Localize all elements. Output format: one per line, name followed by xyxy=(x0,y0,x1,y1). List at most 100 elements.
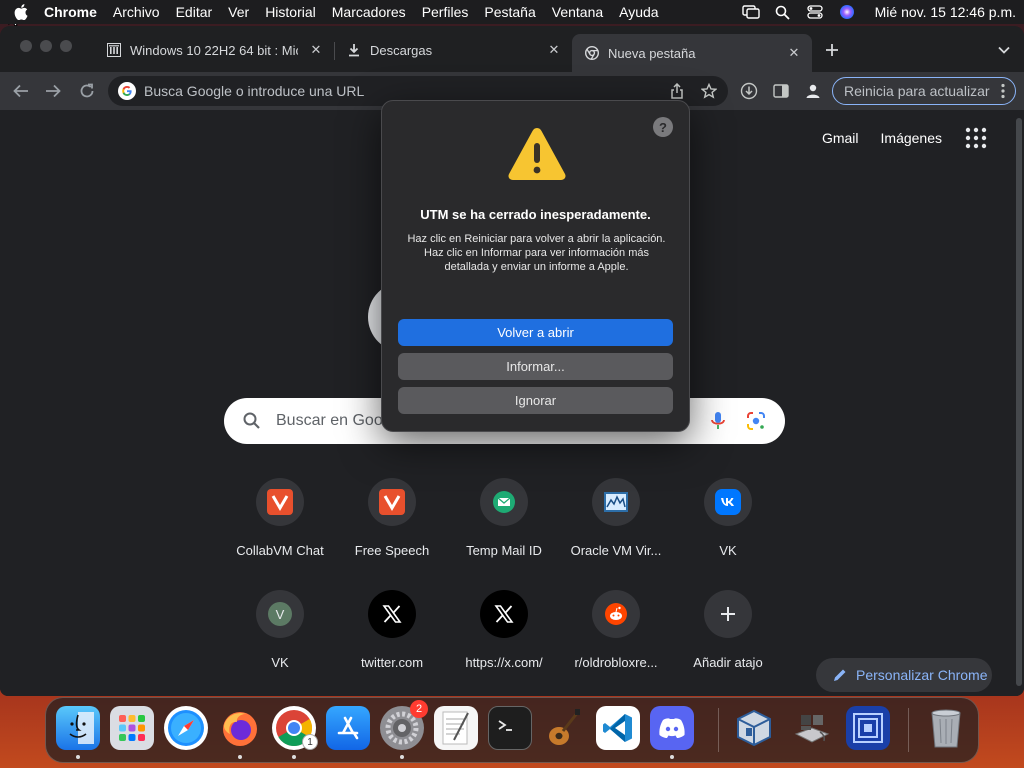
app-store-icon xyxy=(337,716,359,740)
tab-descargas[interactable]: Descargas ✕ xyxy=(334,34,572,66)
tab-search-chevron-icon[interactable] xyxy=(994,40,1014,60)
firefox-icon xyxy=(223,712,257,746)
dock-system-settings[interactable]: 2 xyxy=(380,700,428,759)
menubar-clock[interactable]: Mié nov. 15 12:46 p.m. xyxy=(875,4,1016,20)
nested-squares-icon xyxy=(853,713,883,743)
window-minimize-button[interactable] xyxy=(40,40,52,52)
dock-separator xyxy=(718,708,719,752)
window-close-button[interactable] xyxy=(20,40,32,52)
profile-avatar-icon[interactable] xyxy=(802,80,824,102)
dock-remote-desktop[interactable] xyxy=(846,706,890,750)
close-icon[interactable]: ✕ xyxy=(786,45,802,61)
letter-v-icon: V xyxy=(268,602,292,626)
menu-pestana[interactable]: Pestaña xyxy=(476,0,543,24)
shortcut-x-com[interactable]: https://x.com/ xyxy=(448,590,560,670)
shortcut-oldrobloxre[interactable]: r/oldrobloxre... xyxy=(560,590,672,670)
ignore-button[interactable]: Ignorar xyxy=(398,387,673,414)
images-link[interactable]: Imágenes xyxy=(881,130,942,146)
page-scrollbar[interactable] xyxy=(1016,118,1022,686)
dock-app-store[interactable] xyxy=(326,706,370,750)
dock-chrome[interactable]: 1 xyxy=(272,706,318,759)
google-lens-icon[interactable] xyxy=(745,410,767,432)
dock-vscode[interactable] xyxy=(596,706,640,750)
discord-icon xyxy=(659,718,685,738)
dock-virtualbox[interactable] xyxy=(732,706,776,750)
menu-ventana[interactable]: Ventana xyxy=(544,0,611,24)
shortcut-add[interactable]: Añadir atajo xyxy=(672,590,784,670)
tab-nueva-pestana[interactable]: Nueva pestaña ✕ xyxy=(572,34,812,72)
side-panel-icon[interactable] xyxy=(770,80,792,102)
boot-camp-disk-icon xyxy=(794,715,830,743)
shortcut-temp-mail-id[interactable]: Temp Mail ID xyxy=(448,478,560,558)
menu-marcadores[interactable]: Marcadores xyxy=(324,0,414,24)
menu-ver[interactable]: Ver xyxy=(220,0,257,24)
menu-chrome[interactable]: Chrome xyxy=(32,0,105,24)
close-icon[interactable]: ✕ xyxy=(546,42,562,58)
ntp-top-links: Gmail Imágenes xyxy=(822,126,988,150)
apple-logo-icon[interactable] xyxy=(10,0,32,24)
guitar-icon xyxy=(549,709,580,745)
close-icon[interactable]: ✕ xyxy=(308,42,324,58)
gmail-link[interactable]: Gmail xyxy=(822,130,859,146)
trash-can-icon xyxy=(931,709,961,748)
shortcut-free-speech[interactable]: Free Speech xyxy=(336,478,448,558)
safari-compass-icon xyxy=(168,710,204,746)
dock-textedit[interactable] xyxy=(434,706,478,750)
shortcut-oracle-vm[interactable]: Oracle VM Vir... xyxy=(560,478,672,558)
forward-arrow-icon[interactable] xyxy=(42,80,64,102)
reopen-button[interactable]: Volver a abrir xyxy=(398,319,673,346)
customize-chrome-button[interactable]: Personalizar Chrome xyxy=(816,658,992,692)
shortcut-label: twitter.com xyxy=(360,655,424,670)
siri-icon[interactable] xyxy=(837,2,857,22)
more-vertical-icon[interactable] xyxy=(1001,83,1005,99)
running-indicator xyxy=(670,755,674,759)
shortcut-label: Free Speech xyxy=(354,543,430,558)
downloads-icon[interactable] xyxy=(738,80,760,102)
menu-archivo[interactable]: Archivo xyxy=(105,0,168,24)
shortcut-collabvm-chat[interactable]: CollabVM Chat xyxy=(224,478,336,558)
screen-mirroring-icon[interactable] xyxy=(741,2,761,22)
dock-safari[interactable] xyxy=(164,706,208,750)
google-apps-grid-icon[interactable] xyxy=(964,126,988,150)
back-arrow-icon[interactable] xyxy=(10,80,32,102)
dock-discord[interactable] xyxy=(650,706,694,759)
vk-icon xyxy=(715,489,741,515)
finder-icon xyxy=(69,712,94,744)
share-icon[interactable] xyxy=(666,80,688,102)
menu-editar[interactable]: Editar xyxy=(168,0,221,24)
shortcut-label: VK xyxy=(719,543,737,558)
window-zoom-button[interactable] xyxy=(60,40,72,52)
reload-icon[interactable] xyxy=(76,80,98,102)
report-button[interactable]: Informar... xyxy=(398,353,673,380)
tab-windows-10[interactable]: Windows 10 22H2 64 bit : Micr ✕ xyxy=(94,34,334,66)
dock-terminal[interactable] xyxy=(488,706,532,750)
shortcut-twitter[interactable]: twitter.com xyxy=(336,590,448,670)
dock-launchpad[interactable] xyxy=(110,706,154,750)
reddit-icon xyxy=(605,603,627,625)
voice-search-mic-icon[interactable] xyxy=(707,410,729,432)
help-button[interactable]: ? xyxy=(653,117,673,137)
dock-firefox[interactable] xyxy=(218,706,262,759)
shortcut-icon-circle xyxy=(704,478,752,526)
customize-label: Personalizar Chrome xyxy=(856,667,988,683)
dialog-title: UTM se ha cerrado inesperadamente. xyxy=(420,207,651,222)
dock-garageband[interactable] xyxy=(542,706,586,750)
menu-historial[interactable]: Historial xyxy=(257,0,324,24)
dock-boot-camp[interactable] xyxy=(790,706,834,750)
bookmark-star-icon[interactable] xyxy=(698,80,720,102)
shortcut-icon-circle xyxy=(480,590,528,638)
menu-perfiles[interactable]: Perfiles xyxy=(414,0,477,24)
plus-icon xyxy=(721,607,735,621)
menu-ayuda[interactable]: Ayuda xyxy=(611,0,666,24)
restart-to-update-button[interactable]: Reinicia para actualizar xyxy=(832,77,1016,105)
dock-trash[interactable] xyxy=(924,706,968,750)
shortcut-vk-2[interactable]: V VK xyxy=(224,590,336,670)
running-indicator xyxy=(292,755,296,759)
dock-finder[interactable] xyxy=(56,706,100,759)
new-tab-button[interactable] xyxy=(820,38,844,62)
spotlight-search-icon[interactable] xyxy=(773,2,793,22)
warning-triangle-icon xyxy=(508,128,566,180)
mail-icon xyxy=(493,491,515,513)
control-center-icon[interactable] xyxy=(805,2,825,22)
shortcut-vk[interactable]: VK xyxy=(672,478,784,558)
